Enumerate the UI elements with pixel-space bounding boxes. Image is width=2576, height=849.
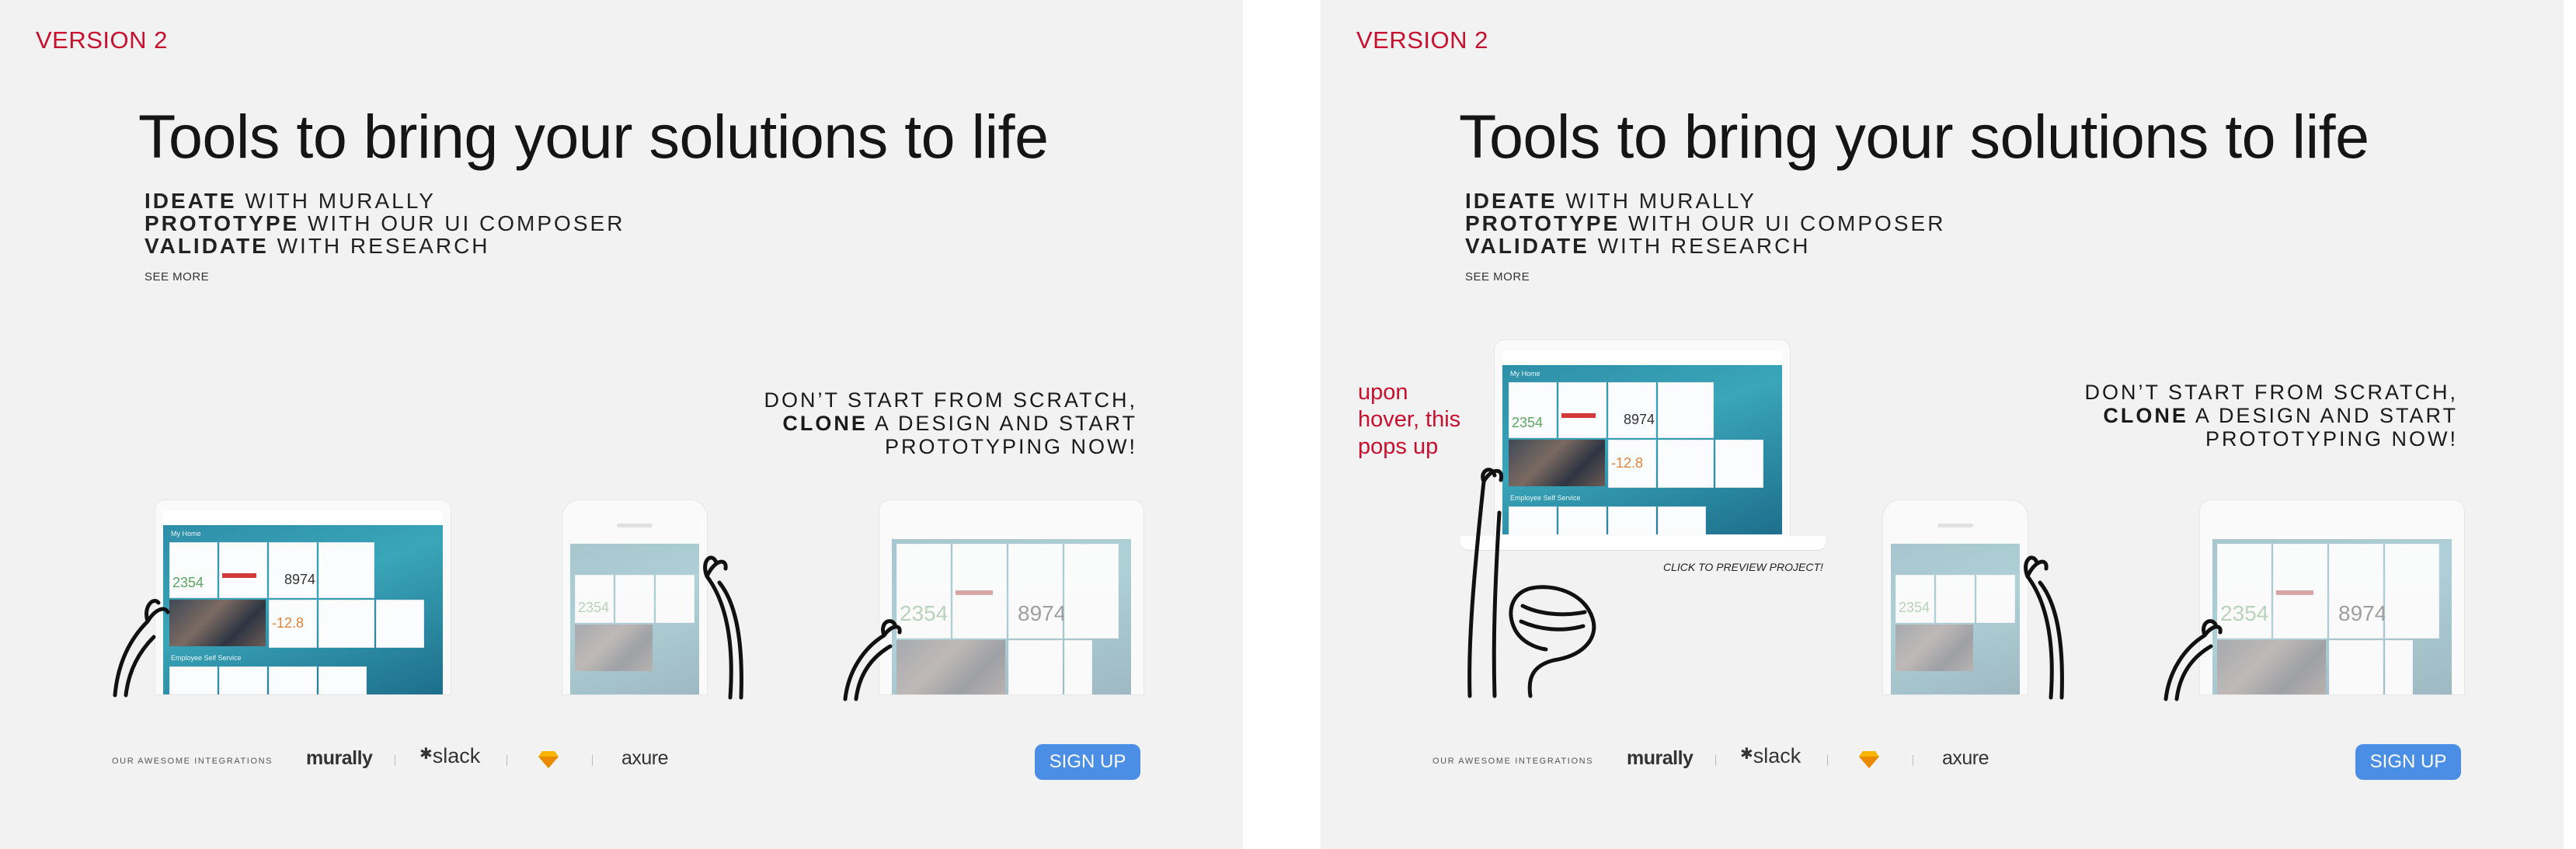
murally-logo: murally <box>1627 747 1694 769</box>
project-preview-screen: 2354 <box>570 544 699 694</box>
project-preview-screen: 2354 8974 <box>2212 539 2452 694</box>
waving-arm-illustration <box>703 555 743 700</box>
tagline-list: IDEATE WITH MURALLY PROTOTYPE WITH OUR U… <box>144 190 625 257</box>
version-panel-default: VERSION 2 Tools to bring your solutions … <box>0 0 1243 849</box>
murally-logo: murally <box>306 747 373 769</box>
project-preview-screen: 2354 <box>1891 544 2020 694</box>
click-to-preview-link[interactable]: CLICK TO PREVIEW PROJECT! <box>1663 561 1823 573</box>
sign-up-button[interactable]: SIGN UP <box>1035 744 1140 780</box>
slack-logo: ✱slack <box>419 744 481 767</box>
project-preview-screen: 2354 8974 <box>892 539 1131 694</box>
clone-cta-text: DON’T START FROM SCRATCH, CLONE A DESIGN… <box>764 388 1137 458</box>
tagline-ideate: IDEATE WITH MURALLY <box>144 189 436 213</box>
person-holding-laptop-illustration <box>1467 468 1596 698</box>
tagline-prototype: PROTOTYPE WITH OUR UI COMPOSER <box>144 211 625 235</box>
sketch-logo-icon <box>538 751 559 768</box>
version-label: VERSION 2 <box>1356 26 1488 54</box>
tagline-prototype: PROTOTYPE WITH OUR UI COMPOSER <box>1465 211 1946 235</box>
see-more-link[interactable]: SEE MORE <box>144 270 209 284</box>
page-headline: Tools to bring your solutions to life <box>1459 102 2369 171</box>
waving-arm-illustration <box>843 619 902 701</box>
project-card-3[interactable]: 2354 8974 <box>2200 500 2464 694</box>
integrations-label: OUR AWESOME INTEGRATIONS <box>112 757 273 766</box>
tagline-ideate: IDEATE WITH MURALLY <box>1465 189 1756 213</box>
page-headline: Tools to bring your solutions to life <box>138 102 1049 171</box>
tagline-list: IDEATE WITH MURALLY PROTOTYPE WITH OUR U… <box>1465 190 1945 257</box>
project-preview-screen: My Home 2354 8974 -12.8 Employee Self Se… <box>163 511 443 694</box>
tagline-validate: VALIDATE WITH RESEARCH <box>144 234 490 258</box>
slack-logo: ✱slack <box>1740 744 1801 767</box>
hover-annotation: upon hover, this pops up <box>1358 380 1461 459</box>
integrations-label: OUR AWESOME INTEGRATIONS <box>1432 757 1594 766</box>
axure-logo: axure <box>621 747 669 769</box>
version-panel-hover: VERSION 2 Tools to bring your solutions … <box>1321 0 2564 849</box>
clone-cta-text: DON’T START FROM SCRATCH, CLONE A DESIGN… <box>2084 381 2458 451</box>
sign-up-button[interactable]: SIGN UP <box>2355 744 2461 780</box>
waving-arm-illustration <box>113 599 170 698</box>
project-card-1[interactable]: My Home 2354 8974 -12.8 Employee Self Se… <box>155 500 451 694</box>
see-more-link[interactable]: SEE MORE <box>1465 270 1530 284</box>
tagline-validate: VALIDATE WITH RESEARCH <box>1465 234 1811 258</box>
version-label: VERSION 2 <box>36 26 168 54</box>
sketch-logo-icon <box>1859 751 1879 768</box>
waving-arm-illustration <box>2163 619 2223 701</box>
waving-arm-illustration <box>2024 555 2064 700</box>
project-card-3[interactable]: 2354 8974 <box>879 500 1144 694</box>
axure-logo: axure <box>1942 747 1989 769</box>
